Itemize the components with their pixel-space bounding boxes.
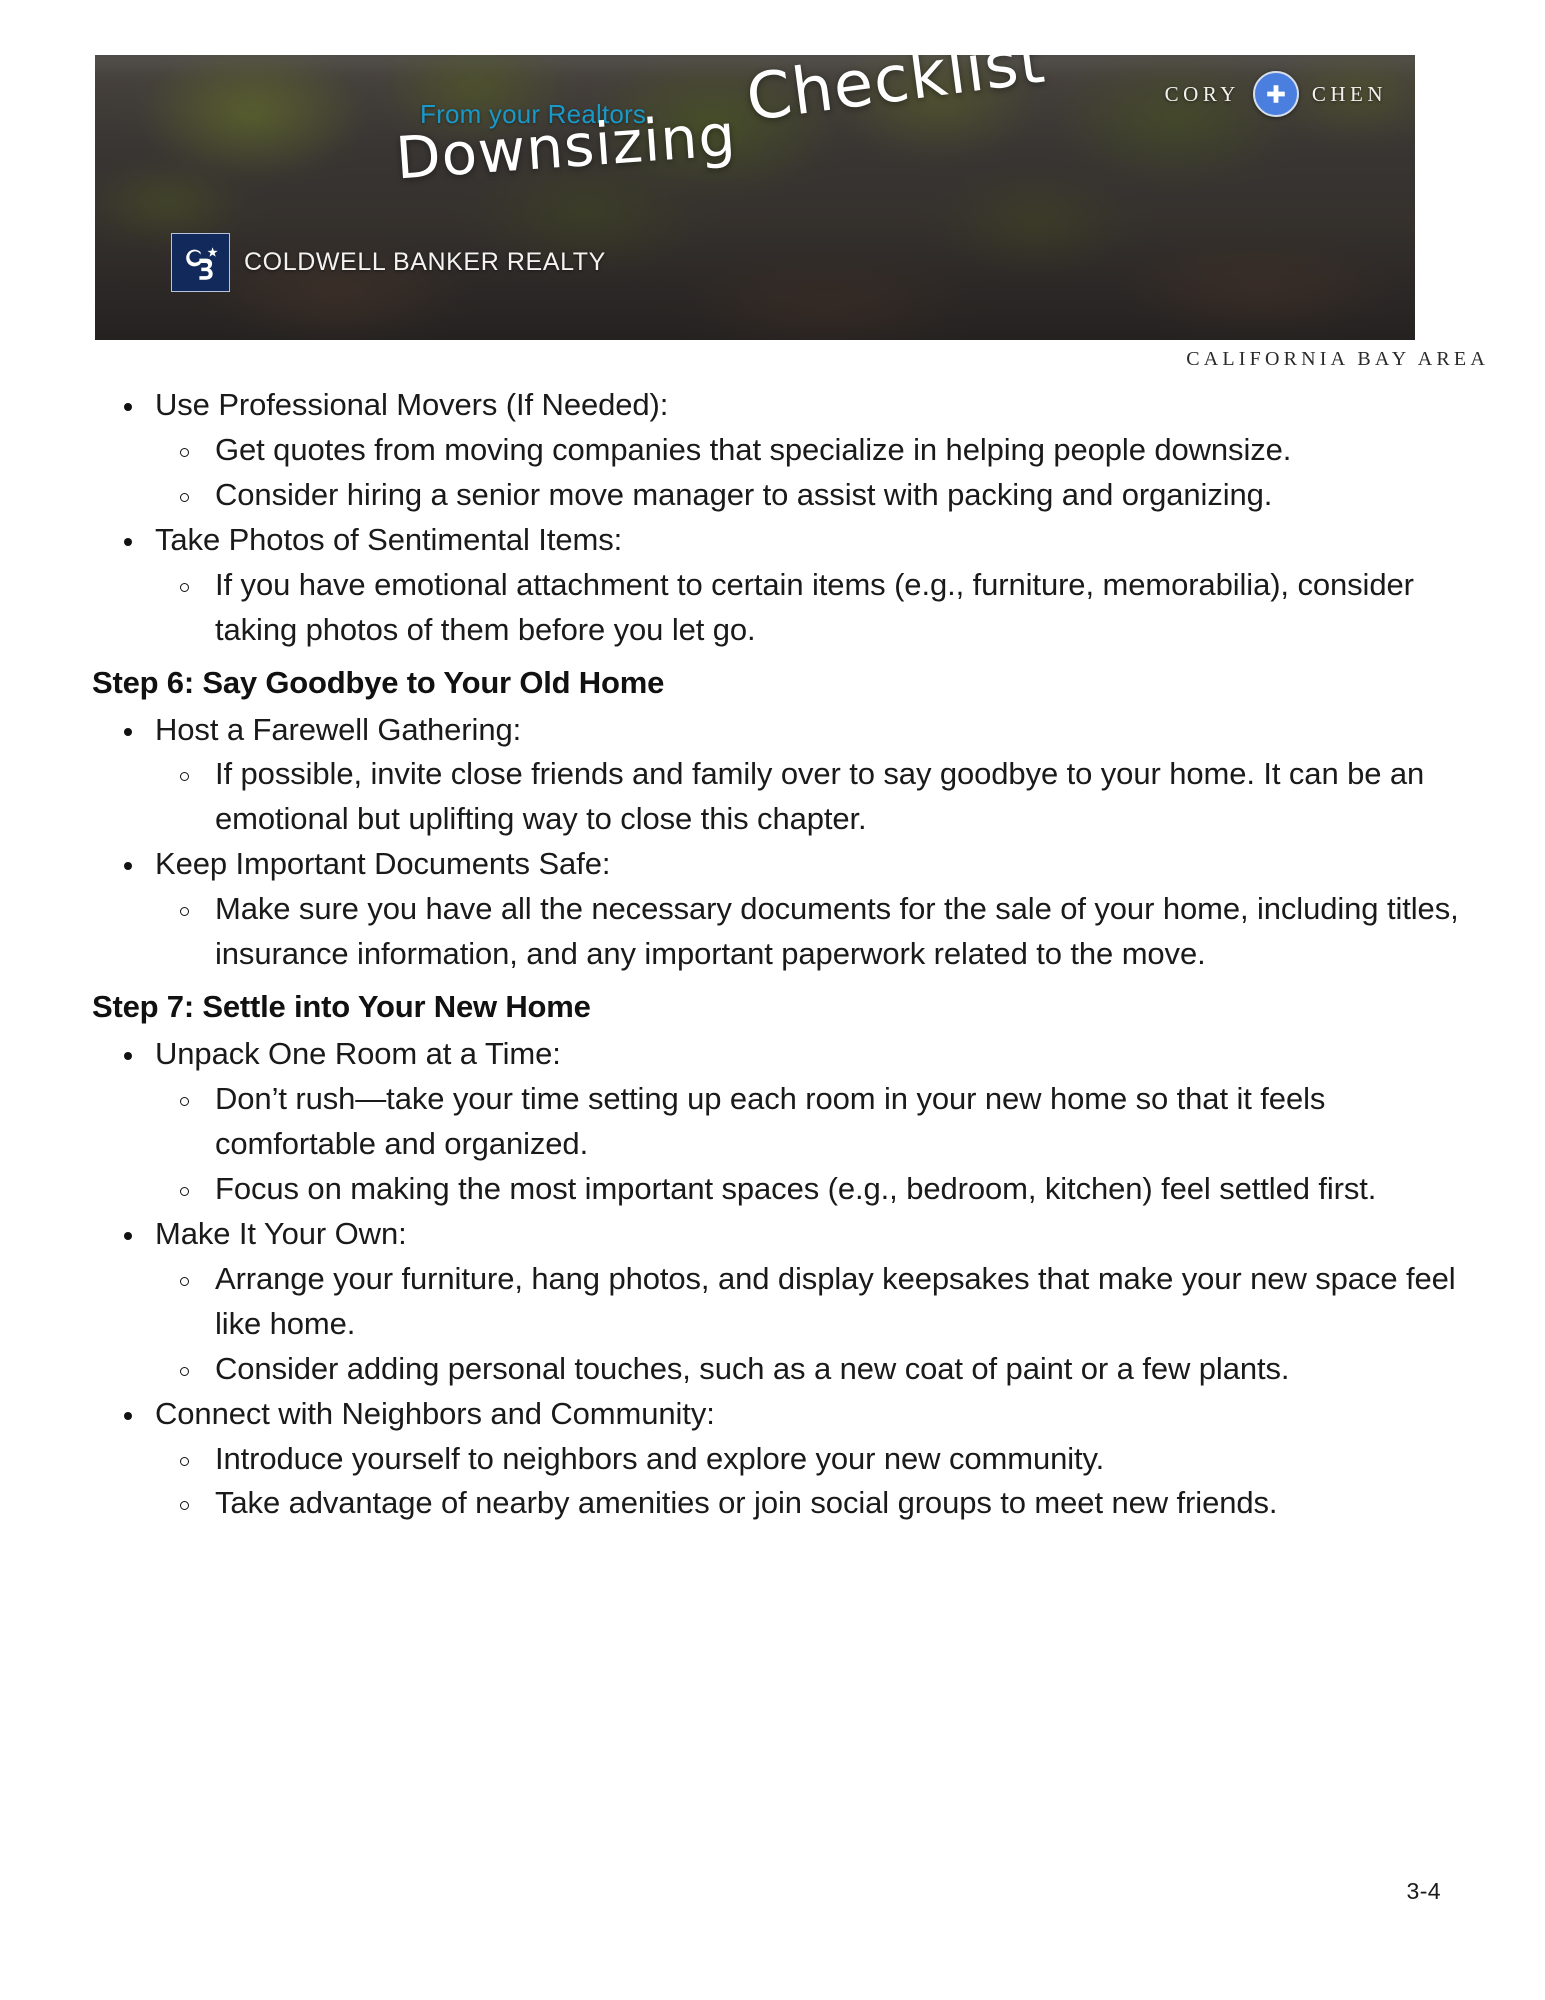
- step-heading: Step 7: Settle into Your New Home: [92, 989, 591, 1025]
- checklist-item-level-2: Arrange your furniture, hang photos, and…: [0, 1257, 1545, 1347]
- header-banner: CORY CHEN From your Realtors DownsizingC…: [95, 55, 1415, 340]
- agent-first-name: CORY: [1164, 81, 1240, 106]
- checklist-item-level-2: Introduce yourself to neighbors and expl…: [0, 1437, 1545, 1482]
- checklist-item-level-2: If possible, invite close friends and fa…: [0, 752, 1545, 842]
- checklist-item-level-2: Don’t rush—take your time setting up eac…: [0, 1077, 1545, 1167]
- page-number: 3-4: [1406, 1878, 1441, 1904]
- checklist-item-level-2: Consider adding personal touches, such a…: [0, 1347, 1545, 1392]
- checklist-item-level-1: Use Professional Movers (If Needed):: [0, 383, 1545, 428]
- checklist-item-level-1: Connect with Neighbors and Community:: [0, 1392, 1545, 1437]
- agent-brand: CORY CHEN: [1165, 71, 1387, 117]
- checklist-item-level-2: Consider hiring a senior move manager to…: [0, 473, 1545, 518]
- document-page: CORY CHEN From your Realtors DownsizingC…: [0, 0, 1545, 2000]
- checklist-item-level-1: Make It Your Own:: [0, 1212, 1545, 1257]
- step-heading: Step 6: Say Goodbye to Your Old Home: [92, 664, 665, 700]
- checklist-item-level-1: Unpack One Room at a Time:: [0, 1032, 1545, 1077]
- brokerage-lockup: COLDWELL BANKER REALTY: [171, 233, 606, 292]
- coldwell-banker-cb-logo-icon: [171, 233, 230, 292]
- checklist-item-level-2: If you have emotional attachment to cert…: [0, 563, 1545, 653]
- region-label: CALIFORNIA BAY AREA: [1186, 348, 1489, 370]
- checklist-item-level-1: Host a Farewell Gathering:: [0, 708, 1545, 753]
- agent-last-name: CHEN: [1311, 81, 1387, 106]
- checklist-item-level-2: Get quotes from moving companies that sp…: [0, 428, 1545, 473]
- checklist-item-level-2: Make sure you have all the necessary doc…: [0, 887, 1545, 977]
- checklist-content: Use Professional Movers (If Needed): Get …: [0, 383, 1545, 1526]
- checklist-item-level-1: Take Photos of Sentimental Items:: [0, 518, 1545, 563]
- checklist-item-level-1: Keep Important Documents Safe:: [0, 842, 1545, 887]
- plus-cross-icon: [1252, 71, 1299, 117]
- checklist-item-level-2: Take advantage of nearby amenities or jo…: [0, 1481, 1545, 1526]
- checklist-item-level-2: Focus on making the most important space…: [0, 1167, 1545, 1212]
- brokerage-name: COLDWELL BANKER REALTY: [244, 248, 606, 276]
